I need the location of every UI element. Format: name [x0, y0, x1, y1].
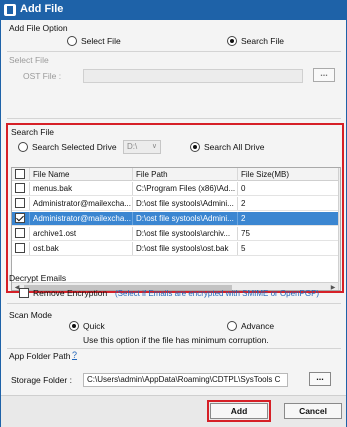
storage-folder-browse-button[interactable]: ...: [309, 372, 331, 386]
app-icon: [4, 4, 16, 16]
row-file-size: 75: [237, 227, 337, 240]
row-file-size: 2: [237, 197, 337, 210]
row-file-name: ost.bak: [29, 242, 131, 255]
search-selected-drive-label: Search Selected Drive: [32, 142, 117, 152]
storage-folder-input[interactable]: C:\Users\admin\AppData\Roaming\CDTPL\Sys…: [83, 373, 288, 387]
scroll-up-icon[interactable]: ▲: [339, 168, 340, 178]
table-header: File Name File Path File Size(MB): [12, 168, 338, 181]
quick-radio-label: Quick: [83, 321, 105, 331]
drive-dropdown-value: D:\: [127, 142, 138, 151]
search-all-drive-dot: [190, 142, 200, 152]
advance-radio-dot: [227, 321, 237, 331]
cancel-button[interactable]: Cancel: [284, 403, 342, 419]
column-header-file-path[interactable]: File Path: [132, 168, 236, 181]
row-file-path: D:\ost file systools\Admini...: [132, 212, 236, 225]
vertical-scrollbar[interactable]: ▲ ▼: [338, 168, 341, 290]
scan-mode-hint: Use this option if the file has minimum …: [83, 335, 269, 345]
column-header-file-name[interactable]: File Name: [29, 168, 131, 181]
search-selected-drive-radio[interactable]: Search Selected Drive: [18, 142, 117, 152]
scroll-down-icon[interactable]: ▼: [339, 280, 340, 290]
advance-radio-label: Advance: [241, 321, 275, 331]
row-checkbox-cell: [12, 227, 28, 240]
row-file-name: Administrator@mailexcha...: [29, 212, 131, 225]
ost-file-input[interactable]: [83, 69, 303, 83]
table-row[interactable]: Administrator@mailexcha... D:\ost file s…: [12, 212, 338, 226]
remove-encryption-label: Remove Encryption: [33, 288, 108, 298]
table-row[interactable]: Administrator@mailexcha... D:\ost file s…: [12, 197, 338, 211]
title-bar: Add File: [0, 0, 347, 20]
help-link[interactable]: ?: [72, 350, 77, 360]
row-file-name: menus.bak: [29, 182, 131, 195]
scan-mode-label: Scan Mode: [9, 310, 52, 320]
search-file-group: Search File Search Selected Drive D:\ ∨ …: [6, 123, 344, 293]
app-folder-path-label: App Folder Path: [9, 351, 71, 361]
remove-encryption-checkbox[interactable]: Remove Encryption: [19, 288, 107, 298]
row-file-path: C:\Program Files (x86)\Ad...: [132, 182, 236, 195]
row-file-name: archive1.ost: [29, 227, 131, 240]
search-file-radio-dot: [227, 36, 237, 46]
row-checkbox[interactable]: [15, 183, 25, 193]
search-all-drive-label: Search All Drive: [204, 142, 265, 152]
search-file-group-label: Search File: [11, 127, 54, 137]
drive-dropdown[interactable]: D:\ ∨: [123, 140, 161, 154]
row-checkbox-cell: [12, 242, 28, 255]
ost-file-browse-button[interactable]: ...: [313, 68, 335, 82]
row-checkbox[interactable]: [15, 213, 25, 223]
row-file-name: Administrator@mailexcha...: [29, 197, 131, 210]
select-file-group-label: Select File: [9, 55, 49, 65]
add-button-highlight: Add: [207, 400, 271, 422]
table-row[interactable]: menus.bak C:\Program Files (x86)\Ad... 0: [12, 182, 338, 196]
remove-encryption-hint: (Select if Emails are encrypted with SMI…: [115, 289, 320, 298]
add-file-option-label: Add File Option: [9, 23, 68, 33]
vertical-scroll-thumb[interactable]: [340, 180, 341, 216]
storage-folder-label: Storage Folder :: [11, 375, 72, 385]
row-file-size: 2: [237, 212, 337, 225]
search-all-drive-radio[interactable]: Search All Drive: [190, 142, 264, 152]
window-title: Add File: [20, 3, 64, 15]
row-checkbox-cell: [12, 197, 28, 210]
quick-radio-dot: [69, 321, 79, 331]
ost-file-label: OST File :: [23, 71, 62, 81]
search-selected-drive-dot: [18, 142, 28, 152]
dialog-body: Add File Option Select File Search File …: [0, 20, 347, 427]
divider: [7, 348, 341, 349]
row-checkbox[interactable]: [15, 228, 25, 238]
table-row[interactable]: archive1.ost D:\ost file systools\archiv…: [12, 227, 338, 241]
add-button[interactable]: Add: [210, 403, 268, 419]
row-checkbox[interactable]: [15, 198, 25, 208]
scroll-right-icon[interactable]: ▶: [328, 283, 338, 290]
advance-radio[interactable]: Advance: [227, 321, 274, 331]
divider: [7, 118, 341, 119]
row-file-size: 5: [237, 242, 337, 255]
select-file-radio[interactable]: Select File: [67, 36, 121, 46]
select-all-checkbox[interactable]: [15, 169, 25, 179]
row-checkbox-cell: [12, 212, 28, 225]
row-file-path: D:\ost file systools\archiv...: [132, 227, 236, 240]
decrypt-emails-label: Decrypt Emails: [9, 273, 67, 283]
dialog-footer: Add Cancel: [1, 395, 346, 427]
remove-encryption-box: [19, 288, 29, 298]
row-checkbox-cell: [12, 182, 28, 195]
header-checkbox-cell: [12, 168, 28, 181]
select-file-radio-label: Select File: [81, 36, 121, 46]
select-file-radio-dot: [67, 36, 77, 46]
row-checkbox[interactable]: [15, 243, 25, 253]
quick-radio[interactable]: Quick: [69, 321, 105, 331]
divider: [7, 303, 341, 304]
row-file-size: 0: [237, 182, 337, 195]
divider: [7, 51, 341, 52]
search-file-radio-label: Search File: [241, 36, 284, 46]
column-header-file-size[interactable]: File Size(MB): [237, 168, 337, 181]
row-file-path: D:\ost file systools\Admini...: [132, 197, 236, 210]
table-row[interactable]: ost.bak D:\ost file systools\ost.bak 5: [12, 242, 338, 256]
search-file-radio[interactable]: Search File: [227, 36, 284, 46]
chevron-down-icon: ∨: [151, 143, 157, 150]
row-file-path: D:\ost file systools\ost.bak: [132, 242, 236, 255]
